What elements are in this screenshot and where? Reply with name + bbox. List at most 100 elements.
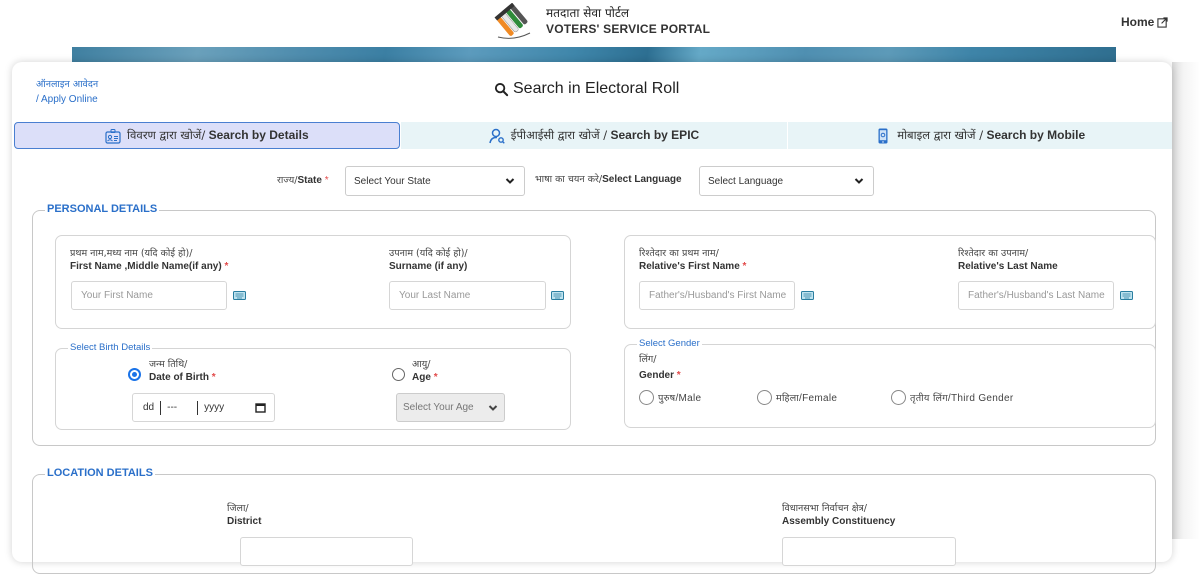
home-label: Home xyxy=(1121,15,1155,29)
apply-online-link[interactable]: ऑनलाइन आवेदन / Apply Online xyxy=(36,77,98,107)
assembly-label: Assembly Constituency xyxy=(782,516,896,527)
relative-last-label-hindi: रिश्तेदार का उपनाम/ xyxy=(958,248,1029,259)
mobile-icon xyxy=(878,128,888,143)
female-label-english: /Female xyxy=(799,393,838,404)
external-link-icon xyxy=(1157,16,1168,28)
male-label-english: /Male xyxy=(675,393,702,404)
tab-epic-english: Search by EPIC xyxy=(610,128,700,142)
virtual-keyboard-icon[interactable] xyxy=(233,291,246,300)
chevron-down-icon xyxy=(505,178,515,184)
virtual-keyboard-icon[interactable] xyxy=(801,291,814,300)
brand-english: VOTERS' SERVICE PORTAL xyxy=(546,22,711,36)
male-label-hindi: पुरुष xyxy=(658,393,676,404)
location-details-section: LOCATION DETAILS जिला/ District विधानसभा… xyxy=(32,467,1156,574)
gender-option-female[interactable]: महिला/Female xyxy=(757,390,837,405)
state-select[interactable]: Select Your State xyxy=(345,166,525,196)
district-field: जिला/ District xyxy=(227,501,261,527)
page-title: Search in Electoral Roll xyxy=(494,80,679,98)
tab-mobile-hindi: मोबाइल द्वारा खोजें / xyxy=(897,128,984,142)
birth-details-group: Select Birth Details जन्म तिथि/ Date of … xyxy=(55,342,571,430)
tab-details-english: Search by Details xyxy=(208,128,309,142)
required-marker: * xyxy=(324,175,329,186)
relative-first-name-input[interactable]: Father's/Husband's First Name xyxy=(639,281,795,310)
relative-first-placeholder: Father's/Husband's First Name xyxy=(649,290,787,301)
apply-online-hindi: ऑनलाइन आवेदन xyxy=(36,79,99,90)
first-name-input[interactable]: Your First Name xyxy=(71,281,227,310)
page-scroll-shadow xyxy=(1172,62,1200,539)
name-group: प्रथम नाम,मध्य नाम (यदि कोई हो)/ First N… xyxy=(55,235,571,329)
relative-last-placeholder: Father's/Husband's Last Name xyxy=(968,290,1105,301)
dob-date-input[interactable]: dd --- yyyy xyxy=(132,393,275,422)
required-marker: * xyxy=(433,372,438,383)
assembly-label-hindi: विधानसभा निर्वाचन क्षेत्र/ xyxy=(782,503,867,514)
surname-label-hindi: उपनाम (यदि कोई हो)/ xyxy=(389,248,468,259)
relative-last-label: Relative's Last Name xyxy=(958,261,1058,272)
date-year: yyyy xyxy=(204,402,225,413)
relative-first-label-hindi: रिश्तेदार का प्रथम नाम/ xyxy=(639,248,719,259)
required-marker: * xyxy=(742,261,747,272)
tab-details-hindi: विवरण द्वारा खोजें/ xyxy=(127,128,206,142)
language-select[interactable]: Select Language xyxy=(699,166,874,196)
dob-label-hindi: जन्म तिथि/ xyxy=(149,359,188,370)
virtual-keyboard-icon[interactable] xyxy=(1120,291,1133,300)
user-search-icon xyxy=(489,128,505,144)
surname-input[interactable]: Your Last Name xyxy=(389,281,546,310)
date-month: --- xyxy=(167,402,178,413)
relative-name-group: रिश्तेदार का प्रथम नाम/ Relative's First… xyxy=(624,235,1156,329)
district-label-hindi: जिला/ xyxy=(227,503,249,514)
date-day: dd xyxy=(143,402,155,413)
location-details-legend: LOCATION DETAILS xyxy=(45,467,155,479)
state-label-hindi: राज्य/ xyxy=(277,175,298,186)
relative-last-name-input[interactable]: Father's/Husband's Last Name xyxy=(958,281,1114,310)
gender-label: लिंग/ Gender * xyxy=(639,352,681,381)
first-name-placeholder: Your First Name xyxy=(81,290,153,301)
dob-label-english: Date of Birth xyxy=(149,372,209,383)
age-radio[interactable] xyxy=(392,368,405,381)
surname-field: उपनाम (यदि कोई हो)/ Surname (if any) xyxy=(389,246,468,272)
gender-option-male[interactable]: पुरुष/Male xyxy=(639,390,701,405)
third-gender-radio[interactable] xyxy=(891,390,906,405)
gender-group: Select Gender लिंग/ Gender * पुरुष/Male … xyxy=(624,338,1156,428)
age-label: आयु/ Age * xyxy=(412,357,438,383)
male-radio[interactable] xyxy=(639,390,654,405)
tab-search-by-mobile[interactable]: मोबाइल द्वारा खोजें / Search by Mobile xyxy=(788,122,1173,149)
search-tabs: विवरण द्वारा खोजें/ Search by Details ईप… xyxy=(14,122,1173,149)
home-link[interactable]: Home xyxy=(1121,15,1168,29)
state-language-row: राज्य/State * Select Your State भाषा का … xyxy=(12,166,1172,196)
apply-online-english: / Apply Online xyxy=(36,94,98,105)
relative-first-name-field: रिश्तेदार का प्रथम नाम/ Relative's First… xyxy=(639,246,746,272)
tab-mobile-english: Search by Mobile xyxy=(986,128,1086,142)
dob-label: जन्म तिथि/ Date of Birth * xyxy=(149,357,216,383)
tab-search-by-epic[interactable]: ईपीआईसी द्वारा खोजें / Search by EPIC xyxy=(400,122,788,149)
personal-details-section: PERSONAL DETAILS प्रथम नाम,मध्य नाम (यदि… xyxy=(32,203,1156,446)
tab-epic-hindi: ईपीआईसी द्वारा खोजें / xyxy=(510,128,608,142)
required-marker: * xyxy=(676,370,681,381)
age-label-hindi: आयु/ xyxy=(412,359,431,370)
third-gender-label-english: /Third Gender xyxy=(947,393,1014,404)
first-name-field: प्रथम नाम,मध्य नाम (यदि कोई हो)/ First N… xyxy=(70,246,228,272)
language-label-hindi: भाषा का चयन करे/ xyxy=(535,174,603,185)
age-label-english: Age xyxy=(412,372,431,383)
personal-details-legend: PERSONAL DETAILS xyxy=(45,203,160,215)
gender-label-english: Gender xyxy=(639,370,675,381)
gender-legend: Select Gender xyxy=(637,338,702,349)
calendar-icon[interactable] xyxy=(255,402,266,413)
brand-hindi: मतदाता सेवा पोर्टल xyxy=(546,6,630,20)
dob-radio[interactable] xyxy=(128,368,141,381)
tab-search-by-details[interactable]: विवरण द्वारा खोजें/ Search by Details xyxy=(14,122,400,149)
relative-first-label: Relative's First Name xyxy=(639,261,740,272)
eci-logo-icon xyxy=(494,3,531,39)
language-label: भाषा का चयन करे/Select Language xyxy=(535,172,682,185)
age-select-value: Select Your Age xyxy=(403,402,474,413)
first-name-label: First Name ,Middle Name(if any) xyxy=(70,261,222,272)
district-select[interactable] xyxy=(240,537,413,566)
female-radio[interactable] xyxy=(757,390,772,405)
gender-option-third[interactable]: तृतीय लिंग/Third Gender xyxy=(891,390,1013,405)
gender-label-hindi: लिंग/ xyxy=(639,354,657,365)
virtual-keyboard-icon[interactable] xyxy=(551,291,564,300)
language-label-english: Select Language xyxy=(602,174,682,185)
relative-last-name-field: रिश्तेदार का उपनाम/ Relative's Last Name xyxy=(958,246,1058,272)
assembly-select[interactable] xyxy=(782,537,956,566)
age-select[interactable]: Select Your Age xyxy=(396,393,505,422)
id-card-icon xyxy=(105,128,121,144)
